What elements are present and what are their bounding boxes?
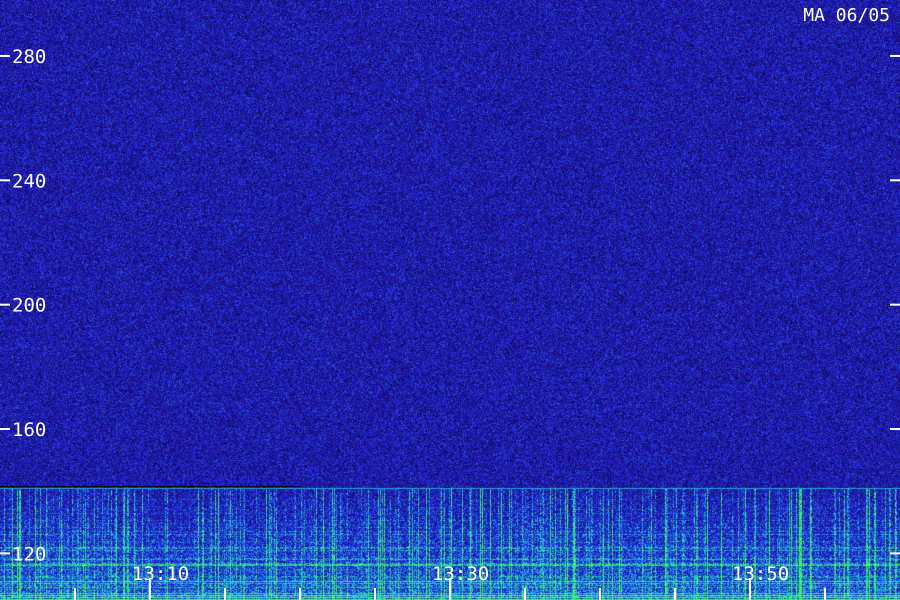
y-tick-label: 120 — [12, 543, 46, 565]
x-tick-label: 13:30 — [432, 563, 489, 585]
x-tick-label: 13:50 — [732, 563, 789, 585]
y-tick-label: 280 — [12, 46, 46, 68]
y-tick-label: 240 — [12, 170, 46, 192]
spectrogram-chart: 280 240 200 160 120 13:10 13:30 13:50 MA 06/05 — [0, 0, 900, 600]
y-tick-label: 200 — [12, 295, 46, 317]
axis-overlay: 280 240 200 160 120 13:10 13:30 13:50 — [0, 46, 900, 600]
x-tick-label: 13:10 — [132, 563, 189, 585]
y-tick-label: 160 — [12, 419, 46, 441]
chart-title: MA 06/05 — [803, 5, 890, 26]
